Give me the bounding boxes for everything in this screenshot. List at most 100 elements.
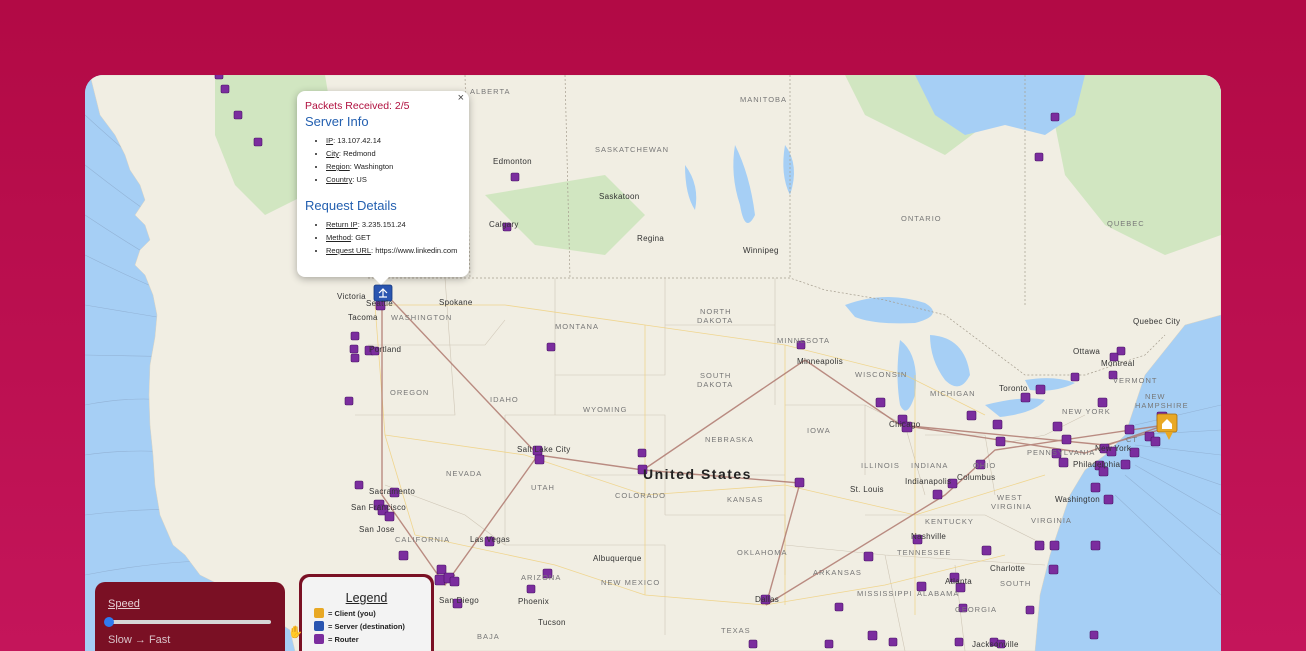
label-seattle: Seattle bbox=[366, 299, 394, 308]
request-method: Method: GET bbox=[326, 231, 461, 244]
label-west-virginia-1: WEST bbox=[997, 493, 1023, 502]
label-philadelphia: Philadelphia bbox=[1073, 460, 1121, 469]
speed-title: Speed bbox=[108, 598, 140, 610]
server-city: City: Redmond bbox=[326, 147, 461, 160]
speed-panel: Speed Slow → Fast bbox=[95, 582, 285, 651]
legend-title: Legend bbox=[345, 591, 388, 605]
label-san-diego: San Diego bbox=[439, 596, 480, 605]
label-portland: Portland bbox=[369, 345, 402, 354]
label-sacramento: Sacramento bbox=[369, 487, 416, 496]
client-icon bbox=[314, 608, 324, 618]
legend-panel: Legend = Client (you) = Server (destinat… bbox=[299, 574, 434, 651]
speed-range-label: Slow → Fast bbox=[108, 634, 171, 646]
label-virginia: VIRGINIA bbox=[1031, 516, 1072, 525]
map-view[interactable]: ALBERTA MANITOBA SASKATCHEWAN Edmonton S… bbox=[85, 75, 1221, 651]
label-phoenix: Phoenix bbox=[518, 597, 550, 606]
label-michigan: MICHIGAN bbox=[930, 389, 976, 398]
label-new-hampshire-2: HAMPSHIRE bbox=[1135, 401, 1189, 410]
label-kentucky: KENTUCKY bbox=[925, 517, 974, 526]
label-baja: BAJA bbox=[477, 632, 500, 641]
label-regina: Regina bbox=[637, 234, 665, 243]
label-saskatchewan: SASKATCHEWAN bbox=[595, 145, 670, 154]
label-las-vegas: Las Vegas bbox=[470, 535, 511, 544]
label-new-hampshire-1: NEW bbox=[1145, 392, 1166, 401]
label-kansas: KANSAS bbox=[727, 495, 764, 504]
label-minnesota: MINNESOTA bbox=[777, 336, 831, 345]
label-montreal: Montreal bbox=[1101, 359, 1135, 368]
label-saskatoon: Saskatoon bbox=[599, 192, 640, 201]
label-arizona: ARIZONA bbox=[521, 573, 562, 582]
label-san-jose: San Jose bbox=[359, 525, 395, 534]
legend-server: = Server (destination) bbox=[314, 621, 419, 631]
label-united-states: United States bbox=[643, 466, 752, 482]
label-mississippi: MISSISSIPPI bbox=[857, 589, 913, 598]
label-wyoming: WYOMING bbox=[583, 405, 628, 414]
label-manitoba: MANITOBA bbox=[740, 95, 788, 104]
label-new-york: NEW YORK bbox=[1062, 407, 1111, 416]
label-iowa: IOWA bbox=[807, 426, 831, 435]
label-st-louis: St. Louis bbox=[850, 485, 884, 494]
label-tennessee: TENNESSEE bbox=[897, 548, 952, 557]
label-winnipeg: Winnipeg bbox=[743, 246, 779, 255]
label-indiana: INDIANA bbox=[911, 461, 949, 470]
label-washington: WASHINGTON bbox=[391, 313, 453, 322]
legend-router: = Router bbox=[314, 634, 419, 644]
label-alberta: ALBERTA bbox=[470, 87, 511, 96]
label-vermont: VERMONT bbox=[1113, 376, 1158, 385]
label-utah: UTAH bbox=[531, 483, 555, 492]
label-arkansas: ARKANSAS bbox=[813, 568, 862, 577]
label-salt-lake: Salt Lake City bbox=[517, 445, 571, 454]
label-nevada: NEVADA bbox=[446, 469, 483, 478]
label-toronto: Toronto bbox=[999, 384, 1028, 393]
label-spokane: Spokane bbox=[439, 298, 473, 307]
server-region: Region: Washington bbox=[326, 160, 461, 173]
label-nebraska: NEBRASKA bbox=[705, 435, 754, 444]
speed-slider-thumb[interactable] bbox=[104, 617, 114, 627]
label-georgia: GEORGIA bbox=[955, 605, 998, 614]
server-ip: IP: 13.107.42.14 bbox=[326, 134, 461, 147]
label-texas: TEXAS bbox=[721, 626, 751, 635]
request-details-heading: Request Details bbox=[305, 198, 397, 213]
label-chicago: Chicago bbox=[889, 420, 921, 429]
packets-received: Packets Received: 2/5 bbox=[305, 100, 410, 112]
map-canvas[interactable] bbox=[85, 75, 1221, 651]
label-new-york-city: New York bbox=[1095, 444, 1132, 453]
label-washington-dc: Washington bbox=[1055, 495, 1100, 504]
hand-cursor-icon: ✋ bbox=[288, 625, 303, 639]
label-ottawa: Ottawa bbox=[1073, 347, 1101, 356]
speed-slider[interactable] bbox=[104, 617, 271, 627]
label-victoria: Victoria bbox=[337, 292, 366, 301]
legend-client: = Client (you) bbox=[314, 608, 419, 618]
label-tacoma: Tacoma bbox=[348, 313, 378, 322]
label-dallas: Dallas bbox=[755, 595, 780, 604]
label-minneapolis: Minneapolis bbox=[797, 357, 843, 366]
label-columbus: Columbus bbox=[957, 473, 996, 482]
label-san-francisco: San Francisco bbox=[351, 503, 407, 512]
router-icon bbox=[314, 634, 324, 644]
label-oklahoma: OKLAHOMA bbox=[737, 548, 788, 557]
label-idaho: IDAHO bbox=[490, 395, 519, 404]
label-ct: CT bbox=[1126, 435, 1138, 444]
label-quebec-city: Quebec City bbox=[1133, 317, 1181, 326]
label-oregon: OREGON bbox=[390, 388, 430, 397]
label-edmonton: Edmonton bbox=[493, 157, 532, 166]
label-west-virginia-2: VIRGINIA bbox=[991, 502, 1032, 511]
label-wisconsin: WISCONSIN bbox=[855, 370, 908, 379]
close-icon[interactable]: × bbox=[458, 92, 464, 104]
label-ontario: ONTARIO bbox=[901, 214, 942, 223]
label-charlotte: Charlotte bbox=[990, 564, 1026, 573]
label-new-mexico: NEW MEXICO bbox=[601, 578, 661, 587]
label-north-dakota-2: DAKOTA bbox=[697, 316, 734, 325]
label-montana: MONTANA bbox=[555, 322, 599, 331]
server-info-popup: × Packets Received: 2/5 Server Info IP: … bbox=[297, 91, 469, 285]
label-california: CALIFORNIA bbox=[395, 535, 451, 544]
label-colorado: COLORADO bbox=[615, 491, 666, 500]
label-nashville: Nashville bbox=[911, 532, 947, 541]
server-info-list: IP: 13.107.42.14 City: Redmond Region: W… bbox=[305, 134, 461, 186]
label-quebec: QUEBEC bbox=[1107, 219, 1145, 228]
label-south-dakota-1: SOUTH bbox=[700, 371, 732, 380]
label-alabama: ALABAMA bbox=[917, 589, 960, 598]
server-info-heading: Server Info bbox=[305, 114, 369, 129]
label-albuquerque: Albuquerque bbox=[593, 554, 642, 563]
label-tucson: Tucson bbox=[538, 618, 566, 627]
